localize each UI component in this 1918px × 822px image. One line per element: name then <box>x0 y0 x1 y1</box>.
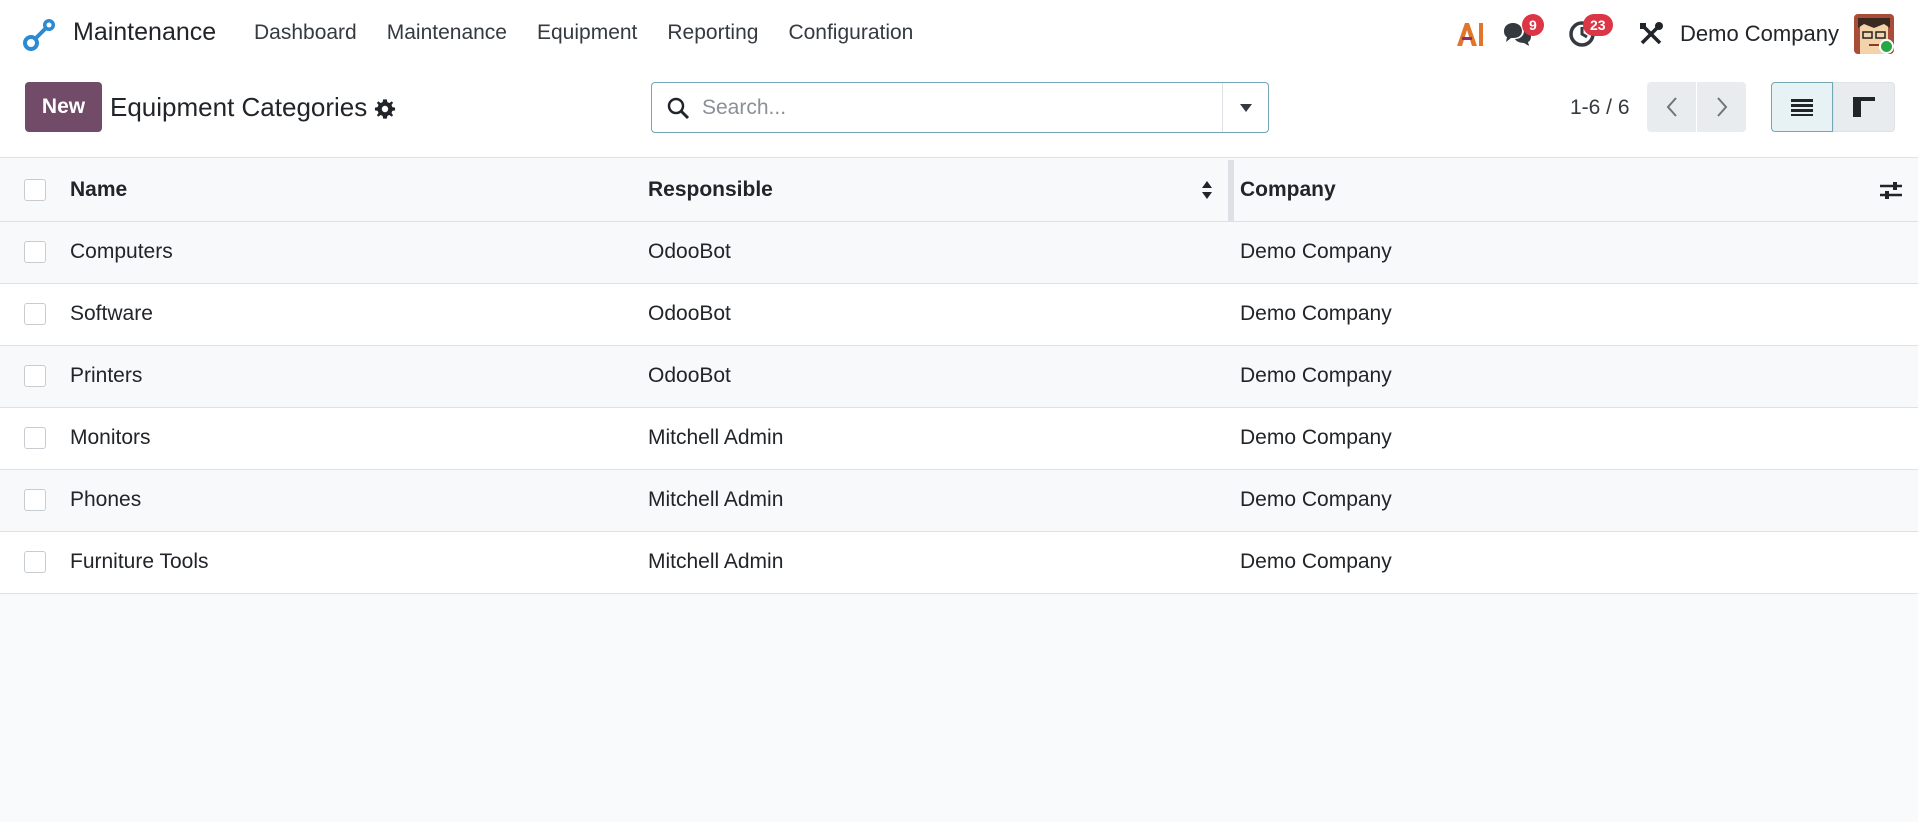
table-row[interactable]: Software OdooBot Demo Company <box>0 284 1918 346</box>
online-status-dot <box>1879 39 1894 54</box>
top-navbar: Maintenance Dashboard Maintenance Equipm… <box>0 0 1918 70</box>
row-checkbox[interactable] <box>24 551 46 573</box>
search-options-toggle[interactable] <box>1222 83 1268 132</box>
cell-company: Demo Company <box>1240 550 1392 573</box>
column-header-responsible[interactable]: Responsible <box>648 178 773 202</box>
column-header-company[interactable]: Company <box>1240 178 1336 202</box>
table-row[interactable]: Furniture Tools Mitchell Admin Demo Comp… <box>0 532 1918 594</box>
cell-name: Phones <box>70 488 142 511</box>
kanban-view-icon <box>1853 97 1875 117</box>
cell-company: Demo Company <box>1240 426 1392 449</box>
menu-reporting[interactable]: Reporting <box>667 21 758 45</box>
pager-value[interactable]: 1-6 / 6 <box>1570 96 1630 120</box>
main-menu: Dashboard Maintenance Equipment Reportin… <box>254 21 943 45</box>
maintenance-app-icon[interactable] <box>22 16 58 52</box>
pager-previous-button[interactable] <box>1647 82 1696 132</box>
categories-table: Name Responsible Company Computers OdooB… <box>0 158 1918 594</box>
new-button[interactable]: New <box>25 82 102 132</box>
table-header: Name Responsible Company <box>0 158 1918 222</box>
app-name[interactable]: Maintenance <box>73 18 216 47</box>
menu-equipment[interactable]: Equipment <box>537 21 637 45</box>
control-panel: New Equipment Categories 1-6 / 6 <box>0 70 1918 158</box>
row-checkbox[interactable] <box>24 489 46 511</box>
cell-responsible: Mitchell Admin <box>648 488 784 511</box>
table-body: Computers OdooBot Demo Company Software … <box>0 222 1918 594</box>
activities-badge: 23 <box>1583 14 1613 36</box>
search-icon <box>667 97 690 120</box>
page-title: Equipment Categories <box>110 92 368 122</box>
cell-name: Computers <box>70 240 173 263</box>
caret-down-icon <box>1239 103 1252 112</box>
table-row[interactable]: Printers OdooBot Demo Company <box>0 346 1918 408</box>
list-view-icon <box>1791 99 1813 116</box>
column-header-name[interactable]: Name <box>70 178 127 202</box>
row-checkbox[interactable] <box>24 365 46 387</box>
menu-maintenance[interactable]: Maintenance <box>387 21 507 45</box>
row-checkbox[interactable] <box>24 427 46 449</box>
row-checkbox[interactable] <box>24 241 46 263</box>
optional-columns-icon[interactable] <box>1879 180 1903 202</box>
column-resize-handle[interactable] <box>1228 160 1234 222</box>
row-checkbox[interactable] <box>24 303 46 325</box>
chevron-left-icon <box>1666 97 1677 117</box>
cell-responsible: OdooBot <box>648 364 731 387</box>
search-input[interactable] <box>702 83 1202 132</box>
cell-company: Demo Company <box>1240 240 1392 263</box>
list-view-button[interactable] <box>1771 82 1833 132</box>
ai-icon[interactable] <box>1455 20 1485 48</box>
chevron-right-icon <box>1716 97 1727 117</box>
messages-badge: 9 <box>1522 14 1544 36</box>
cell-responsible: Mitchell Admin <box>648 550 784 573</box>
sort-icon[interactable] <box>1201 180 1213 200</box>
cell-company: Demo Company <box>1240 488 1392 511</box>
company-switcher[interactable]: Demo Company <box>1680 21 1839 47</box>
cell-company: Demo Company <box>1240 364 1392 387</box>
cell-company: Demo Company <box>1240 302 1392 325</box>
cell-name: Software <box>70 302 153 325</box>
tools-icon[interactable] <box>1638 21 1664 47</box>
gear-icon[interactable] <box>374 98 396 120</box>
menu-dashboard[interactable]: Dashboard <box>254 21 357 45</box>
cell-responsible: OdooBot <box>648 240 731 263</box>
kanban-view-button[interactable] <box>1833 82 1895 132</box>
table-row[interactable]: Computers OdooBot Demo Company <box>0 222 1918 284</box>
menu-configuration[interactable]: Configuration <box>788 21 913 45</box>
select-all-checkbox[interactable] <box>24 179 46 201</box>
table-row[interactable]: Monitors Mitchell Admin Demo Company <box>0 408 1918 470</box>
cell-responsible: OdooBot <box>648 302 731 325</box>
cell-name: Printers <box>70 364 143 387</box>
pager-next-button[interactable] <box>1697 82 1746 132</box>
cell-name: Furniture Tools <box>70 550 209 573</box>
cell-responsible: Mitchell Admin <box>648 426 784 449</box>
search-bar <box>651 82 1269 133</box>
table-row[interactable]: Phones Mitchell Admin Demo Company <box>0 470 1918 532</box>
cell-name: Monitors <box>70 426 151 449</box>
